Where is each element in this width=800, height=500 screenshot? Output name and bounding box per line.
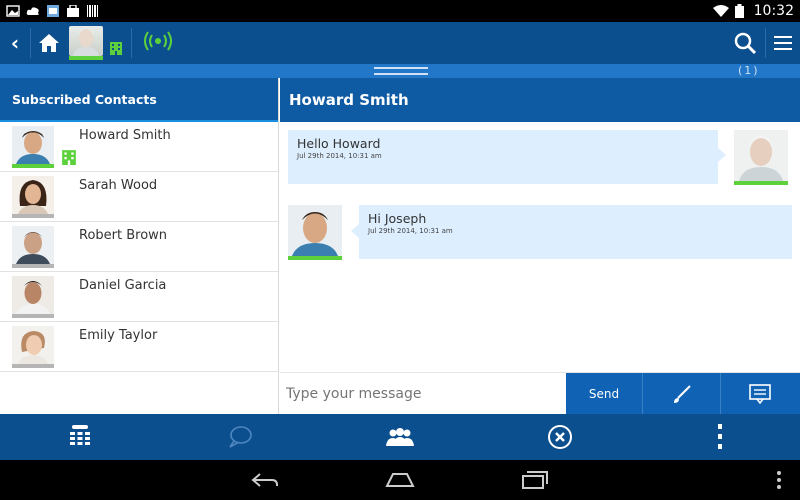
tab-contacts[interactable] — [320, 414, 480, 460]
contact-item[interactable]: Sarah Wood — [0, 172, 278, 222]
back-button[interactable]: ‹ — [0, 31, 30, 55]
tab-chat[interactable] — [160, 414, 320, 460]
contact-item[interactable]: Howard Smith — [0, 122, 278, 172]
signal-icon — [144, 31, 172, 51]
message-icon — [749, 384, 771, 404]
contact-name: Sarah Wood — [79, 178, 158, 193]
portrait-icon — [12, 126, 54, 164]
battery-icon — [734, 4, 744, 18]
portrait-icon — [12, 226, 54, 264]
close-circle-icon — [548, 425, 572, 449]
presence-bar — [12, 164, 54, 168]
wifi-icon — [712, 5, 729, 17]
nav-home-icon[interactable] — [385, 470, 415, 490]
home-button[interactable] — [31, 22, 67, 64]
nav-back-icon[interactable] — [250, 470, 280, 490]
message-timestamp: Jul 29th 2014, 10:31 am — [368, 227, 453, 235]
my-presence-bar — [69, 56, 103, 60]
contact-name: Howard Smith — [79, 128, 171, 143]
bubble-tail — [351, 224, 359, 238]
chat-bubble-icon — [229, 426, 252, 448]
portrait-elderly-icon — [73, 29, 99, 56]
portrait-elderly-icon — [734, 130, 788, 181]
app-top-bar: ‹ — [0, 22, 800, 64]
send-button[interactable]: Send — [566, 373, 643, 415]
connection-status-button[interactable] — [144, 30, 172, 56]
contact-item[interactable]: Robert Brown — [0, 222, 278, 272]
contact-item[interactable]: Emily Taylor — [0, 322, 278, 372]
unread-count: (1) — [738, 64, 760, 77]
app-notification-icon — [47, 5, 59, 17]
barcode-notification-icon — [87, 5, 98, 17]
contacts-panel-title: Subscribed Contacts — [0, 78, 278, 122]
system-nav-bar — [0, 460, 800, 500]
search-button[interactable] — [725, 32, 765, 54]
panel-handle-bar: (1) — [0, 64, 800, 78]
draw-button[interactable] — [643, 373, 721, 415]
drag-handle[interactable] — [374, 67, 428, 75]
nav-menu-icon[interactable] — [776, 470, 782, 490]
contact-name: Emily Taylor — [79, 328, 158, 343]
contact-name: Robert Brown — [79, 228, 168, 243]
message-text: Hello Howard — [297, 136, 381, 151]
contact-item[interactable]: Daniel Garcia — [0, 272, 278, 322]
portrait-icon — [12, 326, 54, 364]
presence-bar — [12, 314, 54, 318]
search-icon — [734, 32, 756, 54]
status-notifications — [6, 5, 100, 17]
store-notification-icon — [67, 5, 79, 17]
my-avatar-image — [69, 26, 103, 56]
composer-actions: Send — [566, 373, 800, 415]
overflow-icon — [718, 424, 722, 449]
home-icon — [39, 34, 59, 52]
contacts-icon — [386, 428, 414, 446]
quick-message-button[interactable] — [721, 373, 799, 415]
brush-icon — [673, 385, 691, 403]
cloud-notification-icon — [26, 7, 39, 15]
divider — [131, 28, 132, 58]
portrait-icon — [12, 176, 54, 214]
menu-icon — [774, 36, 792, 50]
building-icon — [62, 150, 76, 165]
tab-close[interactable] — [480, 414, 640, 460]
contact-name: Daniel Garcia — [79, 278, 167, 293]
presence-bar — [12, 214, 54, 218]
message-text: Hi Joseph — [368, 211, 427, 226]
building-icon — [110, 42, 122, 55]
my-avatar[interactable] — [69, 26, 103, 60]
chat-panel: Howard Smith Hello Howard Jul 29th 2014,… — [280, 78, 800, 415]
nav-recents-icon[interactable] — [520, 470, 550, 490]
app-screen: 10:32 ‹ (1) Subscribed Contacts Howard S… — [0, 0, 800, 500]
contact-message-avatar — [288, 205, 342, 260]
status-system: 10:32 — [712, 3, 794, 19]
bubble-tail — [718, 148, 726, 162]
avatar — [12, 326, 54, 368]
avatar — [12, 276, 54, 318]
presence-bar — [288, 256, 342, 260]
message-input[interactable] — [286, 377, 562, 411]
chat-title: Howard Smith — [280, 78, 800, 122]
tab-overflow[interactable] — [640, 414, 800, 460]
presence-bar — [12, 364, 54, 368]
presence-bar — [12, 264, 54, 268]
presence-bar — [734, 181, 788, 185]
avatar — [12, 176, 54, 218]
avatar — [12, 126, 54, 168]
message-bubble-incoming[interactable]: Hi Joseph Jul 29th 2014, 10:31 am — [359, 205, 792, 259]
status-time: 10:32 — [753, 3, 794, 19]
portrait-icon — [12, 276, 54, 314]
status-bar: 10:32 — [0, 0, 800, 22]
message-composer: Send — [280, 372, 800, 415]
message-bubble-outgoing[interactable]: Hello Howard Jul 29th 2014, 10:31 am — [288, 130, 718, 184]
message-timestamp: Jul 29th 2014, 10:31 am — [297, 152, 382, 160]
dialpad-icon — [70, 425, 90, 445]
portrait-icon — [288, 205, 342, 256]
my-message-avatar — [734, 130, 788, 185]
bottom-tab-bar — [0, 414, 800, 460]
tab-dialpad[interactable] — [0, 414, 160, 460]
avatar — [12, 226, 54, 268]
contacts-panel: Subscribed Contacts Howard Smith Sarah W… — [0, 78, 279, 414]
image-notification-icon — [6, 5, 20, 17]
menu-button[interactable] — [766, 35, 800, 51]
